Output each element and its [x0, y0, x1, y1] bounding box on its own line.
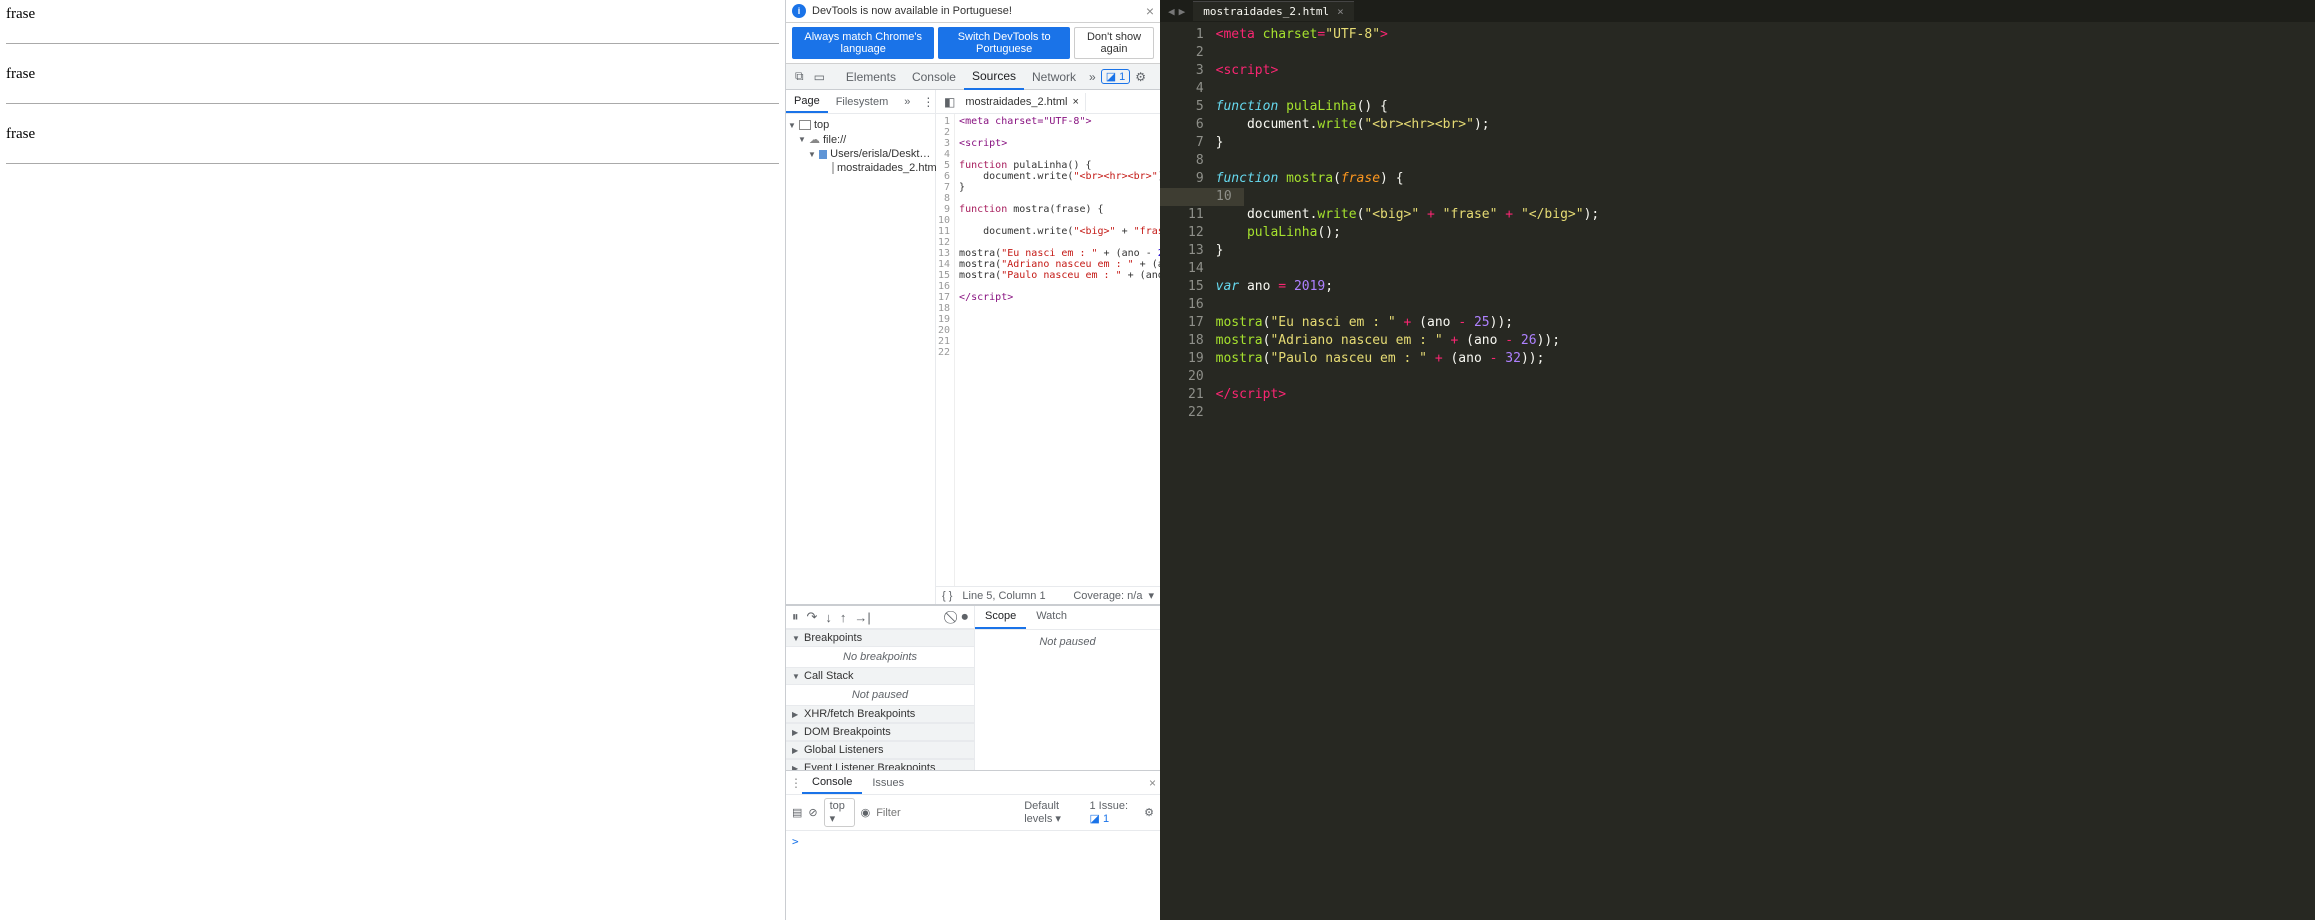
- step-out-icon[interactable]: ↑: [840, 610, 847, 625]
- navigator-pane: Page Filesystem » ⋮ ▼top ▼file:// ▼Users…: [786, 90, 936, 604]
- section-globals[interactable]: ▶Global Listeners: [786, 741, 974, 759]
- console-sidebar-toggle-icon[interactable]: ▤: [792, 806, 802, 819]
- console-drawer: ⋮ Console Issues × ▤ ⊘ top ▾ ◉ Default l…: [786, 770, 1160, 920]
- cursor-position: Line 5, Column 1: [962, 590, 1045, 602]
- dont-show-again-button[interactable]: Don't show again: [1074, 27, 1154, 59]
- pause-icon[interactable]: ⏸: [792, 609, 799, 625]
- console-eye-icon[interactable]: ◉: [861, 806, 871, 819]
- step-icon[interactable]: →|: [854, 610, 870, 625]
- close-icon[interactable]: ×: [1337, 5, 1344, 18]
- callstack-not-paused: Not paused: [786, 685, 974, 705]
- editor-statusbar: { } Line 5, Column 1 Coverage: n/a ▾: [936, 586, 1160, 604]
- tab-network[interactable]: Network: [1024, 65, 1084, 89]
- devtools-tabbar: ⧉ ▭ Elements Console Sources Network » ◪…: [786, 64, 1160, 90]
- banner-message: DevTools is now available in Portuguese!: [812, 5, 1140, 17]
- devtools-panel: i DevTools is now available in Portugues…: [785, 0, 1160, 920]
- debugger-panel: ⏸ ↷ ↓ ↑ →| ⃠ ⏺ ▼Breakpoints No breakpoin…: [786, 605, 1160, 770]
- scope-not-paused: Not paused: [975, 630, 1160, 770]
- tree-top[interactable]: ▼top: [788, 118, 933, 132]
- tab-console[interactable]: Console: [904, 65, 964, 89]
- console-clear-icon[interactable]: ⊘: [808, 806, 817, 819]
- tab-sources[interactable]: Sources: [964, 64, 1024, 90]
- settings-icon[interactable]: ⚙: [1130, 67, 1151, 87]
- drawer-kebab-icon[interactable]: ⋮: [790, 776, 802, 790]
- code-editor-window: ◀ ▶ mostraidades_2.html × 1 2 3 4 5 6 7 …: [1160, 0, 2315, 920]
- step-into-icon[interactable]: ↓: [825, 610, 832, 625]
- browser-output: frase frase frase: [0, 0, 785, 920]
- info-icon: i: [792, 4, 806, 18]
- section-ev[interactable]: ▶Event Listener Breakpoints: [786, 759, 974, 770]
- banner-close-icon[interactable]: ×: [1146, 3, 1154, 19]
- console-gear-icon[interactable]: ⚙: [1144, 806, 1154, 819]
- step-over-icon[interactable]: ↷: [807, 609, 818, 625]
- output-line-2: frase: [6, 66, 779, 83]
- tree-file[interactable]: mostraidades_2.html: [788, 161, 933, 175]
- tree-folder[interactable]: ▼Users/erisla/Desktop/ORACLE: [788, 147, 933, 161]
- editor-runtime-icon[interactable]: ◧: [940, 95, 959, 109]
- section-xhr[interactable]: ▶XHR/fetch Breakpoints: [786, 705, 974, 723]
- tree-origin[interactable]: ▼file://: [788, 132, 933, 147]
- output-line-3: frase: [6, 126, 779, 143]
- pause-on-exceptions-icon[interactable]: ⏺: [962, 609, 969, 625]
- code-editor-tab[interactable]: mostraidades_2.html ×: [1193, 1, 1353, 21]
- code-editor-gutter: 1 2 3 4 5 6 7 8 9 10 11 12 13 14 15 16 1…: [1160, 26, 1216, 920]
- tab-elements[interactable]: Elements: [838, 65, 904, 89]
- always-match-button[interactable]: Always match Chrome's language: [792, 27, 934, 59]
- tab-watch[interactable]: Watch: [1026, 606, 1077, 629]
- drawer-close-icon[interactable]: ×: [1149, 776, 1156, 790]
- console-levels-selector[interactable]: Default levels ▾: [1024, 800, 1083, 825]
- close-tab-icon[interactable]: ×: [1072, 96, 1078, 108]
- nav-back-icon[interactable]: ◀: [1168, 5, 1175, 18]
- pretty-print-icon[interactable]: { }: [942, 590, 952, 602]
- editor-file-tab[interactable]: mostraidades_2.html×: [959, 93, 1086, 111]
- devtools-banner: i DevTools is now available in Portugues…: [786, 0, 1160, 23]
- code-editor-code[interactable]: <meta charset="UTF-8"> <script> function…: [1216, 26, 2315, 920]
- console-prompt[interactable]: >: [786, 831, 1160, 920]
- code-editor-topbar: ◀ ▶ mostraidades_2.html ×: [1160, 0, 2315, 22]
- more-tabs-icon[interactable]: »: [1084, 67, 1101, 87]
- issues-badge[interactable]: ◪ 1: [1101, 69, 1131, 84]
- editor-code[interactable]: <meta charset="UTF-8"> <script> function…: [955, 114, 1160, 586]
- inspect-icon[interactable]: ⧉: [790, 66, 809, 87]
- tab-scope[interactable]: Scope: [975, 606, 1026, 629]
- device-toggle-icon[interactable]: ▭: [809, 67, 830, 87]
- coverage-label: Coverage: n/a: [1073, 590, 1142, 602]
- navigator-tab-page[interactable]: Page: [786, 91, 828, 113]
- devtools-banner-buttons: Always match Chrome's language Switch De…: [786, 23, 1160, 64]
- switch-language-button[interactable]: Switch DevTools to Portuguese: [938, 27, 1070, 59]
- section-dom[interactable]: ▶DOM Breakpoints: [786, 723, 974, 741]
- editor-gutter: 1 2 3 4 5 6 7 8 9 10 11 12 13 14 15 16 1…: [936, 114, 955, 586]
- section-breakpoints[interactable]: ▼Breakpoints: [786, 629, 974, 647]
- console-issue-label[interactable]: 1 Issue: ◪ 1: [1090, 800, 1139, 825]
- output-line-1: frase: [6, 6, 779, 23]
- editor-pane: ◧ mostraidades_2.html× 1 2 3 4 5 6 7 8 9…: [936, 90, 1160, 604]
- nav-fwd-icon[interactable]: ▶: [1179, 5, 1186, 18]
- sources-body: Page Filesystem » ⋮ ▼top ▼file:// ▼Users…: [786, 90, 1160, 920]
- console-context-selector[interactable]: top ▾: [824, 798, 855, 827]
- drawer-tab-console[interactable]: Console: [802, 772, 862, 794]
- navigator-tab-filesystem[interactable]: Filesystem: [828, 92, 897, 112]
- drawer-tab-issues[interactable]: Issues: [862, 773, 914, 793]
- coverage-toggle-icon[interactable]: ▾: [1148, 589, 1154, 602]
- console-filter-input[interactable]: [876, 807, 1018, 819]
- no-breakpoints-label: No breakpoints: [786, 647, 974, 667]
- navigator-more-icon[interactable]: »: [896, 92, 918, 112]
- section-callstack[interactable]: ▼Call Stack: [786, 667, 974, 685]
